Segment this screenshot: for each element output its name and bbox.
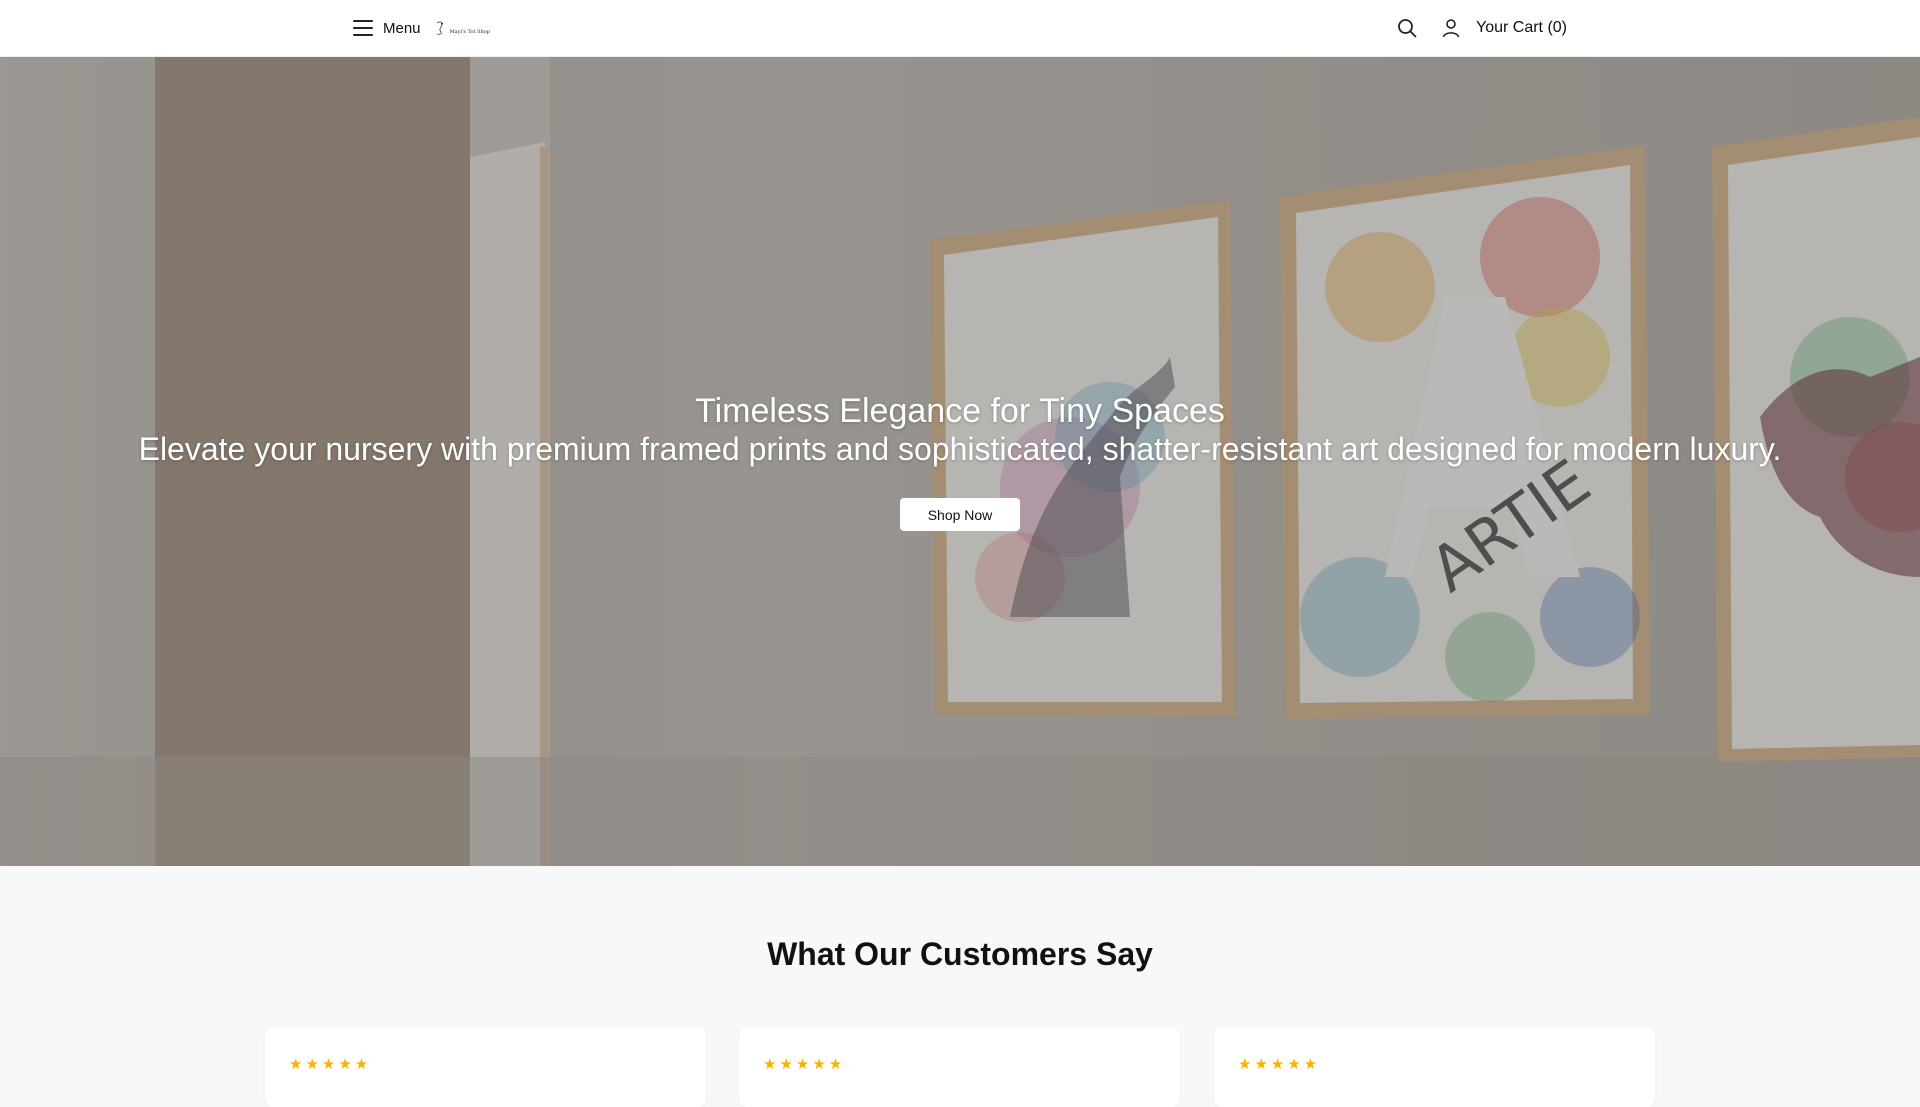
star-rating-icon: ★★★★★: [1238, 1056, 1321, 1073]
testimonial-card: ★★★★★: [739, 1027, 1180, 1107]
menu-label: Menu: [383, 19, 421, 37]
testimonials-section: What Our Customers Say ★★★★★ ★★★★★ ★★★★★: [0, 866, 1920, 1107]
testimonial-card: ★★★★★: [265, 1027, 706, 1107]
star-rating-icon: ★★★★★: [763, 1056, 846, 1073]
hero-subtitle: Elevate your nursery with premium framed…: [138, 431, 1782, 467]
site-logo[interactable]: Mayi's Tot Shop: [435, 15, 490, 41]
site-header: Menu Mayi's Tot Shop Your Cart (0): [0, 0, 1920, 57]
hamburger-icon: [353, 20, 373, 36]
search-icon[interactable]: [1396, 17, 1418, 39]
shop-now-button[interactable]: Shop Now: [900, 498, 1020, 531]
menu-button[interactable]: Menu: [353, 15, 421, 41]
hero-title: Timeless Elegance for Tiny Spaces: [695, 392, 1225, 430]
user-icon[interactable]: [1440, 17, 1462, 39]
logo-text: Mayi's Tot Shop: [449, 29, 490, 35]
hero-banner: ARTIE Timeless Elegance for Tiny Spaces …: [0, 57, 1920, 866]
cart-button[interactable]: Your Cart (0): [1476, 17, 1567, 39]
logo-mark-icon: [436, 21, 444, 35]
star-rating-icon: ★★★★★: [289, 1056, 372, 1073]
testimonials-title: What Our Customers Say: [767, 936, 1153, 972]
testimonial-card: ★★★★★: [1214, 1027, 1655, 1107]
